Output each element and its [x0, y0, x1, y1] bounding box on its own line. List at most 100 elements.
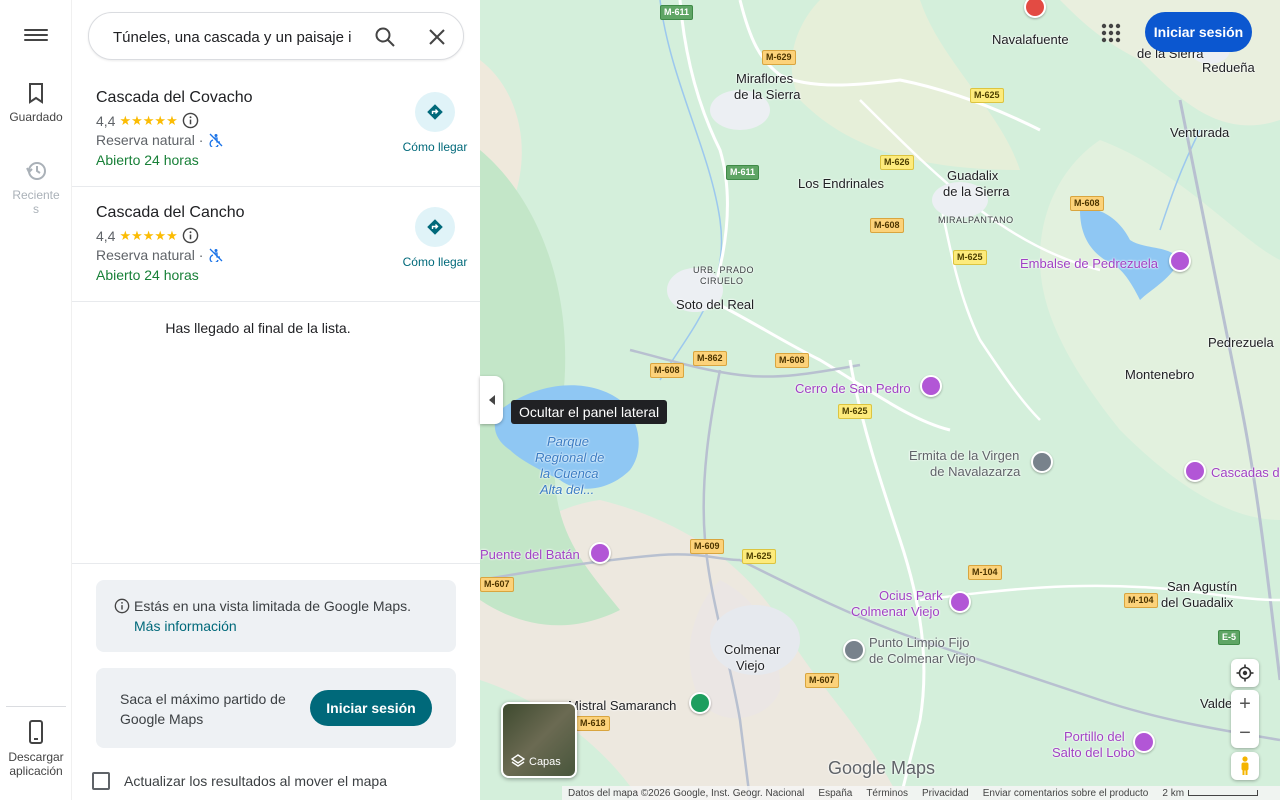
download-label-2: aplicación: [9, 764, 63, 778]
terms-link[interactable]: Términos: [866, 788, 908, 799]
info-icon[interactable]: [182, 112, 199, 129]
recents-label-1: Reciente: [12, 188, 60, 202]
more-info-link[interactable]: Más información: [134, 618, 237, 634]
pegman-icon[interactable]: [1231, 752, 1259, 780]
feedback-link[interactable]: Enviar comentarios sobre el producto: [983, 788, 1149, 799]
poi-label[interactable]: de Colmenar Viejo: [869, 651, 976, 667]
tooltip: Ocultar el panel lateral: [511, 400, 668, 424]
search-input[interactable]: [113, 25, 359, 49]
road-shield: M-626: [880, 155, 914, 170]
close-icon[interactable]: [425, 25, 449, 49]
road-shield: M-629: [762, 50, 796, 65]
poi-label[interactable]: Embalse de Pedrezuela: [1020, 256, 1158, 272]
result-rating: 4,4 ★★★★★: [96, 227, 199, 244]
place-label: Regional de: [535, 450, 605, 465]
privacy-link[interactable]: Privacidad: [922, 788, 969, 799]
poi-label[interactable]: Mistral Samaranch: [568, 698, 676, 714]
map-data-credit: Datos del mapa ©2026 Google, Inst. Geogr…: [568, 787, 805, 799]
type-label: Reserva natural ·: [96, 247, 204, 263]
place-label: del Guadalix: [1161, 595, 1234, 610]
search-icon[interactable]: [373, 25, 397, 49]
no-wheelchair-icon: [209, 248, 223, 262]
recycling-pin-icon[interactable]: [843, 639, 865, 661]
caret-left-icon: [488, 395, 495, 405]
camera-pin-icon[interactable]: [1133, 731, 1155, 753]
layers-button[interactable]: Capas: [501, 702, 577, 778]
recents-button[interactable]: Reciente s: [0, 160, 72, 216]
result-item[interactable]: Cascada del Cancho 4,4 ★★★★★ Reserva nat…: [72, 187, 480, 302]
poi-label[interactable]: Ermita de la Virgen: [909, 448, 1019, 464]
camera-pin-icon[interactable]: [920, 375, 942, 397]
road-shield: M-607: [805, 673, 839, 688]
zoom-out-button[interactable]: −: [1231, 719, 1259, 748]
place-label: de la Sierra: [943, 184, 1010, 199]
my-location-button[interactable]: [1231, 659, 1259, 687]
poi-label[interactable]: Cascadas d: [1211, 465, 1280, 481]
poi-label[interactable]: Colmenar Viejo: [851, 604, 940, 620]
result-item[interactable]: Cascada del Covacho 4,4 ★★★★★ Reserva na…: [72, 72, 480, 187]
attraction-pin-icon[interactable]: [589, 542, 611, 564]
poi-label[interactable]: Ocius Park: [879, 588, 943, 604]
directions-button[interactable]: [415, 92, 455, 132]
directions-button[interactable]: [415, 207, 455, 247]
road-shield: M-625: [742, 549, 776, 564]
road-shield: M-609: [690, 539, 724, 554]
amusement-pin-icon[interactable]: [949, 591, 971, 613]
poi-label[interactable]: Cerro de San Pedro: [795, 381, 911, 397]
signin-promo-card: Saca el máximo partido de Google Maps In…: [96, 668, 456, 748]
layers-icon: [511, 754, 525, 767]
divider: [72, 563, 480, 564]
road-shield: M-862: [693, 351, 727, 366]
camera-pin-icon[interactable]: [1169, 250, 1191, 272]
zoom-controls: + −: [1231, 690, 1259, 748]
result-type: Reserva natural ·: [96, 247, 223, 263]
apps-grid-icon[interactable]: [1098, 20, 1124, 46]
left-rail: Guardado Reciente s Descargar aplicación: [0, 0, 72, 800]
camera-pin-icon[interactable]: [1184, 460, 1206, 482]
top-signin-button[interactable]: Iniciar sesión: [1145, 12, 1252, 52]
road-shield: M-608: [1070, 196, 1104, 211]
result-name: Cascada del Cancho: [96, 204, 245, 221]
signin-promo-text: Saca el máximo partido de Google Maps: [120, 691, 286, 727]
place-label: Los Endrinales: [798, 176, 884, 191]
map-footer: Datos del mapa ©2026 Google, Inst. Geogr…: [562, 786, 1280, 800]
recents-label-2: s: [33, 202, 39, 216]
poi-label[interactable]: Punto Limpio Fijo: [869, 635, 969, 651]
zoom-in-button[interactable]: +: [1231, 690, 1259, 719]
update-on-move-label: Actualizar los resultados al mover el ma…: [124, 773, 388, 789]
poi-label[interactable]: Portillo del: [1064, 729, 1125, 745]
result-hours: Abierto 24 horas: [96, 152, 199, 168]
directions-label[interactable]: Cómo llegar: [390, 255, 480, 269]
place-label: Pedrezuela: [1208, 335, 1274, 350]
update-on-move-checkbox[interactable]: [92, 772, 110, 790]
collapse-panel-button[interactable]: [480, 376, 503, 424]
limited-view-notice: Estás en una vista limitada de Google Ma…: [96, 580, 456, 652]
road-shield: M-608: [870, 218, 904, 233]
bookmark-icon: [29, 83, 43, 104]
directions-label[interactable]: Cómo llegar: [390, 140, 480, 154]
poi-label[interactable]: de Navalazarza: [930, 464, 1020, 480]
country-link[interactable]: España: [818, 788, 852, 799]
poi-label[interactable]: Puente del Batán: [480, 547, 580, 563]
info-icon[interactable]: [182, 227, 199, 244]
menu-icon[interactable]: [24, 26, 48, 46]
scale-bar[interactable]: 2 km: [1162, 787, 1259, 799]
info-icon: [114, 598, 130, 614]
road-shield: M-104: [1124, 593, 1158, 608]
star-rating-icon: ★★★★★: [119, 112, 178, 128]
saved-button[interactable]: Guardado: [0, 82, 72, 124]
church-pin-icon[interactable]: [1031, 451, 1053, 473]
result-name: Cascada del Covacho: [96, 89, 253, 106]
park-pin-icon[interactable]: [689, 692, 711, 714]
poi-label[interactable]: Salto del Lobo: [1052, 745, 1135, 761]
place-label: Parque: [547, 434, 589, 449]
rail-divider: [6, 706, 66, 707]
download-app-button[interactable]: Descargar aplicación: [0, 720, 72, 778]
place-label: Navalafuente: [992, 32, 1069, 47]
road-shield: M-608: [775, 353, 809, 368]
signin-button[interactable]: Iniciar sesión: [310, 690, 432, 726]
star-rating-icon: ★★★★★: [119, 227, 178, 243]
place-label: MIRALPANTANO: [938, 215, 1014, 225]
scale-label: 2 km: [1162, 787, 1185, 799]
place-label: Soto del Real: [676, 297, 755, 312]
